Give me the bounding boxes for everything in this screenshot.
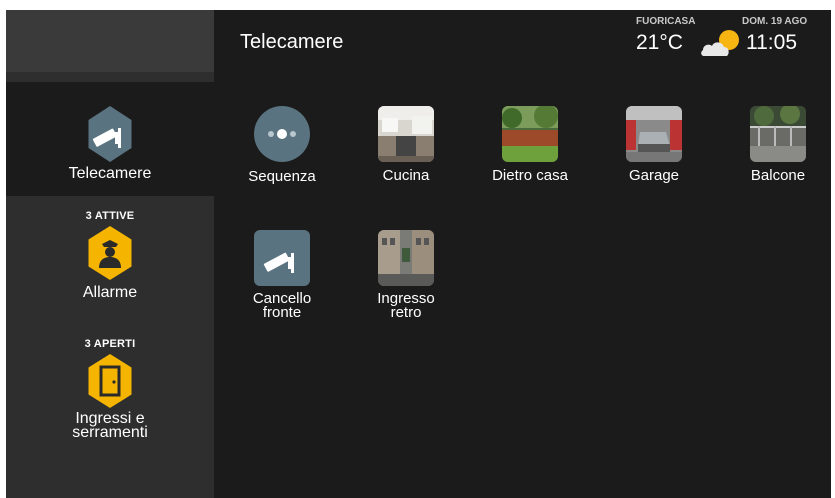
label-line-2: fronte (262, 304, 302, 321)
sidebar-item-allarme[interactable]: 3 ATTIVE Allarme (6, 210, 214, 315)
camera-tile-dietro-casa[interactable]: Dietro casa (480, 106, 580, 183)
camera-tile-ingresso-retro[interactable]: Ingresso retro (356, 230, 456, 320)
sidebar-item-label: Allarme (82, 284, 138, 301)
sidebar-item-telecamere[interactable]: Telecamere (6, 82, 214, 196)
guard-icon (88, 226, 132, 280)
label-line-2: retro (390, 304, 422, 321)
sidebar-item-label: Telecamere (68, 165, 152, 182)
clock-time: 11:05 (746, 31, 797, 54)
balcony-thumbnail (750, 106, 806, 162)
sidebar-header (6, 10, 214, 72)
partly-cloudy-icon (699, 26, 743, 60)
camera-label: Cucina (382, 167, 430, 184)
alarm-count-badge: 3 ATTIVE (85, 210, 135, 222)
app-window: Telecamere 3 ATTIVE Allarme 3 APERTI Ing… (6, 10, 831, 498)
date: DOM. 19 AGO (742, 16, 808, 27)
temperature: 21°C (636, 31, 683, 54)
sequence-icon (254, 106, 310, 162)
kitchen-thumbnail (378, 106, 434, 162)
camera-label: Dietro casa (492, 167, 568, 184)
camera-tile-cucina[interactable]: Cucina (356, 106, 456, 183)
camera-label: Cancello fronte (232, 291, 332, 321)
camera-tile-garage[interactable]: Garage (604, 106, 704, 183)
street-thumbnail (378, 230, 434, 286)
open-count-badge: 3 APERTI (84, 338, 136, 350)
camera-icon (88, 106, 132, 162)
sidebar-item-ingressi[interactable]: 3 APERTI Ingressi e serramenti (6, 338, 214, 448)
camera-label: Sequenza (248, 168, 316, 185)
camera-icon (254, 230, 310, 286)
camera-tile-balcone[interactable]: Balcone (728, 106, 828, 183)
sidebar-item-label: Ingressi e serramenti (6, 411, 214, 441)
page-title: Telecamere (240, 31, 344, 53)
garage-thumbnail (626, 106, 682, 162)
door-icon (88, 354, 132, 408)
label-line-2: serramenti (72, 424, 148, 441)
camera-tile-sequenza[interactable]: Sequenza (232, 106, 332, 184)
camera-label: Garage (628, 167, 680, 184)
weather-location: FUORICASA (636, 16, 696, 27)
header: Telecamere FUORICASA 21°C DOM. 19 AGO 11… (214, 10, 831, 72)
camera-tile-cancello-fronte[interactable]: Cancello fronte (232, 230, 332, 320)
sidebar: Telecamere 3 ATTIVE Allarme 3 APERTI Ing… (6, 10, 214, 498)
camera-label: Ingresso retro (356, 291, 456, 321)
camera-label: Balcone (750, 167, 806, 184)
backyard-thumbnail (502, 106, 558, 162)
